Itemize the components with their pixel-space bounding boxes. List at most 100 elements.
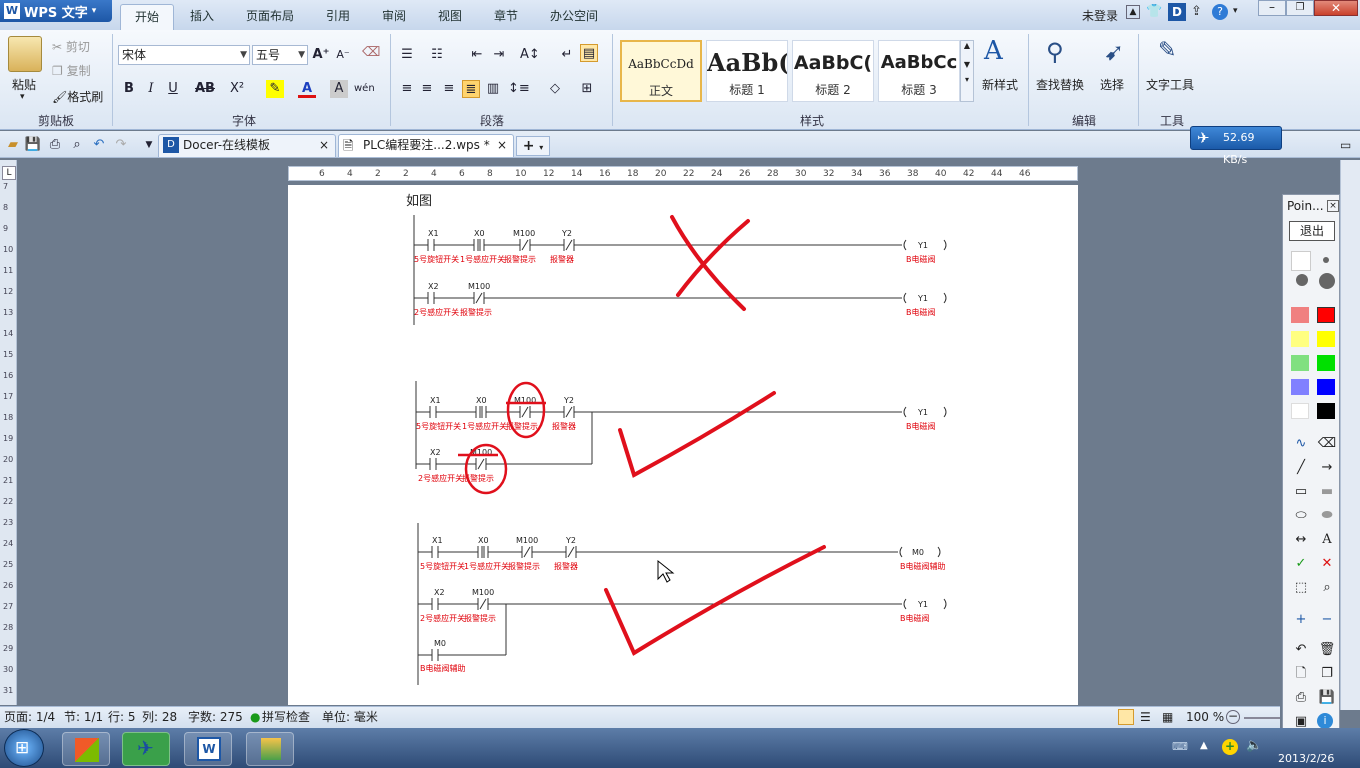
customize-toolbar-icon[interactable]: ▼ [140, 136, 158, 154]
tab-office-space[interactable]: 办公空间 [536, 4, 612, 30]
highlight-icon[interactable]: ✎ [266, 80, 284, 98]
new-style-icon[interactable]: A [984, 36, 1003, 66]
outline-view-icon[interactable]: ☰ [1140, 707, 1151, 728]
redo-icon[interactable]: ↷ [112, 136, 130, 154]
filled-rectangle-tool-icon[interactable]: ▬ [1317, 483, 1337, 501]
save-icon[interactable]: 💾 [1317, 689, 1337, 707]
freehand-pen-icon[interactable]: ∿ [1291, 435, 1311, 453]
tray-expand-icon[interactable]: ▲ [1200, 740, 1208, 751]
network-speed-widget[interactable]: ✈ 52.69 KB/s [1190, 126, 1282, 166]
chevron-down-icon[interactable]: ▾ [1233, 6, 1238, 16]
collapse-ribbon-icon[interactable]: ▲ [1126, 5, 1140, 19]
close-icon[interactable]: × [319, 135, 329, 156]
user-status[interactable]: 未登录 [1082, 7, 1118, 24]
zoom-in-icon[interactable]: + [1291, 611, 1311, 629]
tab-page-layout[interactable]: 页面布局 [232, 4, 308, 30]
ellipse-tool-icon[interactable]: ⬭ [1291, 507, 1311, 525]
font-size-combo[interactable]: 五号 ▼ [252, 45, 308, 65]
tab-stop-selector[interactable]: L [2, 166, 16, 180]
tray-app-icon[interactable]: + [1222, 739, 1238, 755]
text-tools-button[interactable]: 文字工具 [1146, 76, 1194, 93]
superscript-icon[interactable]: X² [228, 80, 246, 98]
spell-check-toggle[interactable]: 拼写检查 [262, 707, 310, 728]
web-view-icon[interactable]: ▦ [1162, 707, 1173, 728]
new-style-button[interactable]: 新样式 [982, 76, 1018, 93]
taskbar-app-2[interactable]: ✈ [122, 732, 170, 766]
align-left-icon[interactable]: ≡ [398, 80, 416, 98]
exit-button[interactable]: 退出 [1289, 221, 1335, 241]
underline-icon[interactable]: U [164, 80, 182, 98]
show-paragraph-icon[interactable]: ▤ [580, 44, 598, 62]
line-spacing-icon[interactable]: ↕≡ [508, 80, 530, 98]
font-name-combo[interactable]: 宋体 ▼ [118, 45, 250, 65]
numbered-list-icon[interactable]: ☷ [428, 46, 446, 64]
close-icon[interactable]: × [497, 135, 507, 156]
docer-icon[interactable]: D [1168, 3, 1186, 21]
zoom-out-button[interactable]: − [1226, 710, 1240, 724]
copy-icon[interactable]: ❐ [1317, 665, 1337, 683]
text-tools-icon[interactable]: ✎ [1158, 38, 1176, 63]
new-page-icon[interactable]: 🗋 [1291, 665, 1311, 683]
text-tool-icon[interactable]: A [1317, 531, 1337, 549]
restore-button[interactable]: ❐ [1286, 0, 1314, 16]
copy-button[interactable]: ❐ 复制 [52, 62, 91, 79]
tab-chapter[interactable]: 章节 [480, 4, 532, 30]
undo-icon[interactable]: ↶ [90, 136, 108, 154]
paste-icon[interactable] [8, 36, 42, 72]
italic-icon[interactable]: I [142, 80, 160, 98]
taskbar-wps[interactable]: W [184, 732, 232, 766]
shrink-font-icon[interactable]: A⁻ [334, 46, 352, 64]
style-heading-2[interactable]: AaBbC(标题 2 [792, 40, 874, 102]
cut-button[interactable]: ✂ 剪切 [52, 38, 90, 55]
style-normal[interactable]: AaBbCcDd 正文 [620, 40, 702, 102]
doc-tab-docer[interactable]: D Docer-在线模板 × [158, 134, 336, 157]
distribute-icon[interactable]: ▥ [484, 80, 502, 98]
cursor-select-icon[interactable]: ➹ [1104, 38, 1124, 66]
chevron-down-icon[interactable]: ▾ [20, 92, 25, 102]
undo-icon[interactable]: ↶ [1291, 641, 1311, 659]
select-button[interactable]: 选择 [1100, 76, 1124, 93]
shading-icon[interactable]: ◇ [546, 80, 564, 98]
char-shading-icon[interactable]: A [330, 80, 348, 98]
find-replace-button[interactable]: 查找替换 [1036, 76, 1084, 93]
region-select-icon[interactable]: ⬚ [1291, 579, 1311, 597]
help-icon[interactable]: ? [1212, 4, 1228, 20]
clock-date[interactable]: 2013/2/26 [1278, 752, 1334, 765]
font-color-icon[interactable]: A [298, 80, 316, 98]
styles-scroll[interactable]: ▲ ▼ ▾ [960, 40, 974, 102]
pen-size-xlarge-icon[interactable] [1319, 273, 1335, 289]
borders-icon[interactable]: ⊞ [578, 80, 596, 98]
page-view-icon[interactable] [1118, 709, 1134, 725]
arrow-tool-icon[interactable]: → [1317, 459, 1337, 477]
trash-icon[interactable]: 🗑 [1317, 641, 1337, 659]
tab-view[interactable]: 视图 [424, 4, 476, 30]
color-black-swatch[interactable] [1317, 403, 1335, 419]
filled-ellipse-tool-icon[interactable]: ⬬ [1317, 507, 1337, 525]
check-tool-icon[interactable]: ✓ [1291, 555, 1311, 573]
print-preview-icon[interactable]: ⌕ [68, 136, 86, 154]
phonetic-guide-icon[interactable]: wén [354, 80, 375, 98]
line-tool-icon[interactable]: ╱ [1291, 459, 1311, 477]
tab-home[interactable]: 开始 [120, 4, 175, 30]
double-arrow-tool-icon[interactable]: ↔ [1291, 531, 1311, 549]
horizontal-ruler[interactable]: 6 4 2 2 4 6 8 10 12 14 16 18 20 22 24 26 28 30 32 34 36 38 40 4… [288, 166, 1078, 181]
align-center-icon[interactable]: ≡ [418, 80, 436, 98]
window-mode-icon[interactable]: ▭ [1340, 138, 1351, 152]
color-green-swatch[interactable] [1317, 355, 1335, 371]
doc-tab-plc[interactable]: 🗎 PLC编程要注...2.wps * × [338, 134, 514, 157]
clear-format-icon[interactable]: ⌫ [362, 44, 380, 62]
close-icon[interactable]: × [1327, 200, 1339, 212]
color-light-yellow-swatch[interactable] [1291, 331, 1309, 347]
pen-size-small-icon[interactable] [1291, 251, 1311, 271]
color-yellow-swatch[interactable] [1317, 331, 1335, 347]
taskbar-app-4[interactable] [246, 732, 294, 766]
tab-insert[interactable]: 插入 [176, 4, 228, 30]
vertical-scrollbar[interactable] [1340, 160, 1360, 710]
tab-review[interactable]: 审阅 [368, 4, 420, 30]
zoom-level[interactable]: 100 % [1186, 707, 1224, 728]
vertical-ruler[interactable]: 7 8 9 10 11 12 13 14 15 16 17 18 19 20 21 22 23 24 25 26 27 2… [0, 160, 17, 705]
decrease-indent-icon[interactable]: ⇤ [468, 46, 486, 64]
pen-size-medium-icon[interactable] [1323, 257, 1329, 263]
text-direction-icon[interactable]: A↕ [520, 46, 540, 64]
color-light-blue-swatch[interactable] [1291, 379, 1309, 395]
